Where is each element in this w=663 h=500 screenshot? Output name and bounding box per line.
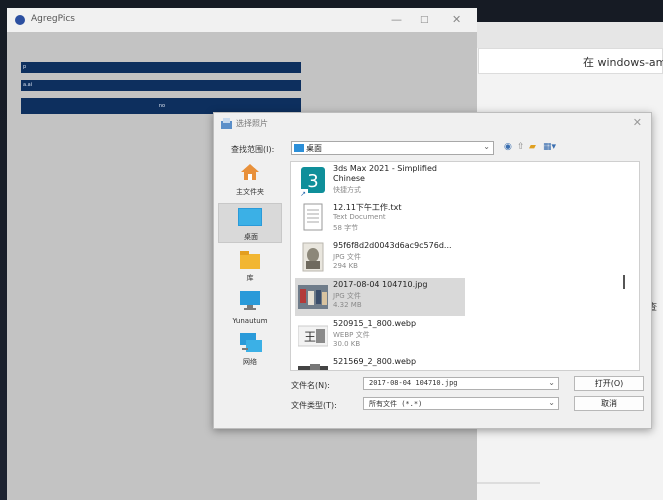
library-icon (240, 251, 260, 269)
network-icon (240, 333, 262, 352)
svg-text:王: 王 (304, 330, 316, 344)
file-type: JPG 文件 (333, 253, 361, 261)
list-item[interactable]: 王 520915_1_800.webp WEBP 文件 30.0 KB (295, 317, 465, 355)
svg-text:3: 3 (307, 171, 318, 192)
file-name: 2017-08-04 104710.jpg (333, 280, 428, 289)
look-in-combobox[interactable]: 桌面 ⌄ (291, 141, 494, 155)
up-folder-icon[interactable]: ⇧ (517, 142, 525, 152)
maximize-button[interactable]: □ (420, 15, 429, 25)
filetype-select[interactable]: 所有文件 (*.*) ⌄ (363, 397, 559, 410)
background-address-text: 在 windows-amd6 (583, 56, 663, 69)
text-file-icon (303, 203, 323, 231)
file-type: Text Document (333, 213, 386, 221)
computer-icon (240, 291, 260, 310)
new-folder-icon[interactable]: ▰ (529, 142, 536, 152)
dialog-app-icon (221, 118, 232, 129)
chevron-down-icon[interactable]: ⌄ (548, 398, 555, 407)
image-thumb-icon (298, 285, 328, 309)
file-name: 95f6f8d2d0043d6ac9c576d... (333, 241, 452, 250)
file-type: JPG 文件 (333, 292, 361, 300)
place-label: 主文件夹 (236, 188, 264, 196)
file-name: 520915_1_800.webp (333, 319, 417, 328)
close-button[interactable]: ✕ (452, 13, 461, 26)
file-name: 521569_2_800.webp (333, 357, 417, 366)
list-item[interactable]: 12.11下午工作.txt Text Document 58 字节 (295, 200, 465, 238)
view-menu-icon[interactable]: ▦▾ (543, 142, 556, 152)
list-item[interactable]: 521569_2_800.webp (295, 355, 465, 370)
image-thumb-icon (298, 364, 328, 370)
image-thumb-icon: 王 (298, 325, 328, 347)
progress-bar-1[interactable]: p (21, 62, 301, 73)
desktop-folder-icon (294, 144, 304, 152)
file-list[interactable]: 3 ↗ 3ds Max 2021 - Simplified Chinese 快捷… (290, 161, 640, 371)
3dsmax-icon: 3 ↗ (298, 167, 325, 197)
filetype-label: 文件类型(T): (291, 401, 337, 410)
file-size: 30.0 KB (333, 340, 361, 348)
file-size: 294 KB (333, 262, 358, 270)
file-list-scrollbar[interactable] (623, 275, 625, 289)
file-name: 12.11下午工作.txt (333, 203, 402, 212)
progress-bar-2[interactable]: a.ai (21, 80, 301, 91)
background-divider (470, 482, 540, 484)
list-item-selected[interactable]: 2017-08-04 104710.jpg JPG 文件 4.32 MB (295, 278, 465, 316)
place-label: 桌面 (244, 233, 258, 241)
place-desktop[interactable]: 桌面 (218, 203, 282, 243)
desktop-icon (238, 208, 262, 226)
dialog-close-icon[interactable]: ✕ (633, 116, 642, 129)
home-icon (241, 164, 259, 180)
list-item[interactable]: 95f6f8d2d0043d6ac9c576d... JPG 文件 294 KB (295, 239, 465, 277)
file-dialog: 选择照片 ✕ 查找范围(I): 桌面 ⌄ ◉ ⇧ ▰ ▦▾ 主文件夹 桌面 库 … (213, 112, 652, 429)
svg-text:↗: ↗ (300, 190, 306, 197)
file-size: 4.32 MB (333, 301, 362, 309)
file-name: 3ds Max 2021 - Simplified (333, 164, 437, 173)
filename-input[interactable]: 2017-08-04 104710.jpg ⌄ (363, 377, 559, 390)
look-in-label: 查找范围(I): (231, 145, 275, 154)
place-library[interactable]: 库 (218, 249, 282, 287)
places-bar: 主文件夹 桌面 库 Yunautum 网络 (218, 161, 282, 371)
background-window-header (474, 22, 663, 48)
app-logo-icon (15, 15, 25, 25)
image-thumb-icon (302, 242, 324, 272)
file-size: 58 字节 (333, 224, 359, 232)
minimize-button[interactable]: — (391, 13, 402, 26)
place-label: 网络 (243, 358, 257, 366)
file-type: 快捷方式 (333, 186, 361, 194)
open-button[interactable]: 打开(O) (574, 376, 644, 391)
place-computer[interactable]: Yunautum (218, 289, 282, 329)
dialog-title: 选择照片 (236, 119, 268, 128)
cancel-button[interactable]: 取消 (574, 396, 644, 411)
dialog-title-bar: 选择照片 ✕ (214, 113, 651, 135)
place-network[interactable]: 网络 (218, 331, 282, 371)
back-icon[interactable]: ◉ (504, 142, 512, 152)
place-label: Yunautum (232, 317, 268, 325)
chevron-down-icon[interactable]: ⌄ (548, 378, 555, 387)
filename-label: 文件名(N): (291, 381, 330, 390)
look-in-value: 桌面 (306, 144, 322, 153)
list-item[interactable]: 3 ↗ 3ds Max 2021 - Simplified Chinese 快捷… (295, 162, 465, 200)
place-home[interactable]: 主文件夹 (218, 161, 282, 201)
chevron-down-icon[interactable]: ⌄ (483, 142, 490, 151)
app-title: AgregPics (31, 14, 75, 24)
file-name-line2: Chinese (333, 174, 365, 183)
place-label: 库 (246, 274, 254, 282)
filename-value: 2017-08-04 104710.jpg (369, 379, 458, 387)
filetype-value: 所有文件 (*.*) (369, 400, 423, 408)
file-type: WEBP 文件 (333, 331, 370, 339)
background-address-bar[interactable]: 在 windows-amd6 (478, 48, 663, 74)
app-title-bar: AgregPics — □ ✕ (7, 8, 477, 32)
